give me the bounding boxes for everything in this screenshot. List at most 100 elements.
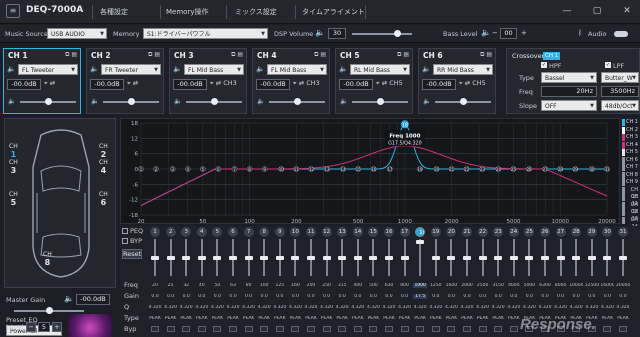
band-freq[interactable]: 50	[210, 283, 224, 288]
band-gain[interactable]: 0.0	[600, 294, 614, 299]
band-bypass-toggle[interactable]	[260, 326, 269, 332]
band-gain-knob[interactable]	[463, 256, 471, 260]
band-gain[interactable]: 0.0	[585, 294, 599, 299]
band-freq[interactable]: 63	[226, 283, 240, 288]
band-type[interactable]: PEAK	[304, 316, 318, 321]
band-freq[interactable]: 800	[398, 283, 412, 288]
channel-gain-knob[interactable]	[210, 98, 218, 105]
channel-gain-value[interactable]: -00.0dB	[422, 79, 456, 90]
band-gain-knob[interactable]	[525, 256, 534, 260]
band-bypass-toggle[interactable]	[416, 326, 425, 332]
band-gain-knob[interactable]	[307, 256, 315, 260]
master-gain-slider[interactable]	[14, 307, 84, 314]
band-q[interactable]: 4.320	[616, 305, 630, 310]
band-gain[interactable]: 0.0	[226, 294, 240, 299]
band-gain[interactable]: 0.0	[257, 294, 271, 299]
band-gain-knob[interactable]	[260, 256, 269, 260]
band-freq[interactable]: 200	[304, 283, 318, 288]
band-number[interactable]: 17	[399, 227, 410, 237]
band-q[interactable]: 4.320	[148, 305, 162, 310]
band-type[interactable]: PEAK	[600, 316, 614, 321]
band-bypass-toggle[interactable]	[400, 326, 409, 332]
hpf-checkbox[interactable]: ✓	[541, 62, 547, 68]
band-number[interactable]: 15	[368, 227, 379, 237]
channel-panel-3[interactable]: CH 3 ⧉ ▤ 🔈 FL Mid Bass ▼ -00.0dB ⌖ ⇄ CH3 🔈	[169, 48, 247, 114]
close-button[interactable]: ✕	[620, 4, 634, 18]
band-freq[interactable]: 400	[351, 283, 365, 288]
channel-link-icon[interactable]: ⧉ ▤	[148, 51, 160, 59]
band-q[interactable]: 4.320	[460, 305, 474, 310]
band-gain-knob[interactable]	[213, 256, 222, 260]
band-gain-knob[interactable]	[587, 256, 596, 260]
band-number[interactable]: 8	[259, 227, 270, 237]
channel-panel-1[interactable]: CH 1 ⧉ ▤ 🔈 FL Tweeter ▼ -00.0dB ⌖ ⇄ 🔈	[3, 48, 81, 114]
band-bypass-toggle[interactable]	[307, 326, 315, 332]
bt-audio-toggle[interactable]	[614, 31, 628, 37]
band-type[interactable]: PEAK	[476, 316, 490, 321]
speaker-select[interactable]: RL Mid Bass ▼	[350, 64, 410, 75]
band-gain-knob[interactable]	[619, 256, 627, 260]
band-gain[interactable]: 0.0	[288, 294, 302, 299]
band-freq[interactable]: 5000	[522, 283, 536, 288]
lpf-slope-select[interactable]: 48db/Oct ▼	[601, 100, 639, 111]
band-number[interactable]: 18	[415, 227, 426, 237]
byp-checkbox[interactable]	[122, 238, 128, 244]
band-bypass-toggle[interactable]	[494, 326, 503, 332]
band-gain[interactable]: 0.0	[522, 294, 536, 299]
phase-icon[interactable]: ⌖ ⇄ CH5	[459, 79, 486, 88]
legend-item[interactable]: CH 3	[622, 134, 639, 141]
band-number[interactable]: 24	[508, 227, 519, 237]
hpf-type-select[interactable]: Bassel ▼	[541, 72, 597, 83]
band-gain-knob[interactable]	[509, 256, 518, 260]
mute-icon[interactable]: 🔈	[423, 97, 431, 105]
band-gain[interactable]: 0.0	[304, 294, 318, 299]
band-number[interactable]: 1	[150, 227, 160, 237]
dsp-volume-slider[interactable]	[352, 30, 412, 37]
channel-gain-value[interactable]: -00.0dB	[7, 79, 41, 90]
band-q[interactable]: 4.320	[569, 305, 583, 310]
band-gain[interactable]: 0.0	[351, 294, 365, 299]
legend-item[interactable]: CH 6	[622, 156, 639, 164]
channel-gain-slider[interactable]	[103, 98, 159, 105]
level-value[interactable]: 5	[38, 322, 50, 332]
band-freq[interactable]: 125	[273, 283, 287, 288]
band-type[interactable]: PEAK	[616, 316, 630, 321]
band-type[interactable]: PEAK	[335, 316, 349, 321]
speaker-ch1[interactable]: CH 1	[9, 143, 18, 159]
band-gain[interactable]: 0.0	[179, 294, 193, 299]
band-bypass-toggle[interactable]	[431, 326, 440, 332]
channel-gain-slider[interactable]	[186, 98, 242, 105]
phase-icon[interactable]: ⌖ ⇄ CH3	[210, 79, 237, 88]
channel-gain-value[interactable]: -00.0dB	[256, 79, 290, 90]
band-type[interactable]: PEAK	[195, 316, 209, 321]
band-gain-slider[interactable]	[419, 239, 422, 276]
band-type[interactable]: PEAK	[460, 316, 474, 321]
band-gain-knob[interactable]	[353, 256, 362, 260]
band-number[interactable]: 25	[524, 227, 535, 237]
band-q[interactable]: 4.320	[522, 305, 536, 310]
band-number[interactable]: 23	[493, 227, 504, 237]
band-freq[interactable]: 12500	[585, 283, 599, 288]
band-bypass-toggle[interactable]	[369, 326, 378, 332]
channel-link-icon[interactable]: ⧉ ▤	[480, 51, 492, 59]
band-q[interactable]: 4.320	[164, 305, 178, 310]
band-gain-knob[interactable]	[369, 256, 378, 260]
band-freq[interactable]: 100	[257, 283, 271, 288]
band-gain-knob[interactable]	[416, 240, 425, 244]
band-bypass-toggle[interactable]	[338, 326, 347, 332]
phase-icon[interactable]: ⌖ ⇄ CH5	[376, 79, 403, 88]
band-gain-knob[interactable]	[197, 256, 206, 260]
band-type[interactable]: PEAK	[242, 316, 256, 321]
band-freq[interactable]: 10000	[569, 283, 583, 288]
legend-item[interactable]: CH 13	[622, 209, 639, 222]
band-number[interactable]: 9	[274, 227, 285, 237]
legend-item[interactable]: CH 9	[622, 179, 639, 186]
band-number[interactable]: 22	[477, 227, 488, 237]
band-type[interactable]: PEAK	[507, 316, 521, 321]
band-gain-knob[interactable]	[478, 256, 487, 260]
band-gain[interactable]: 0.0	[616, 294, 630, 299]
band-bypass-toggle[interactable]	[275, 326, 284, 332]
band-freq[interactable]: 20000	[616, 283, 630, 288]
speaker-ch8[interactable]: CH 8	[43, 251, 52, 267]
band-gain[interactable]: 0.0	[444, 294, 458, 299]
